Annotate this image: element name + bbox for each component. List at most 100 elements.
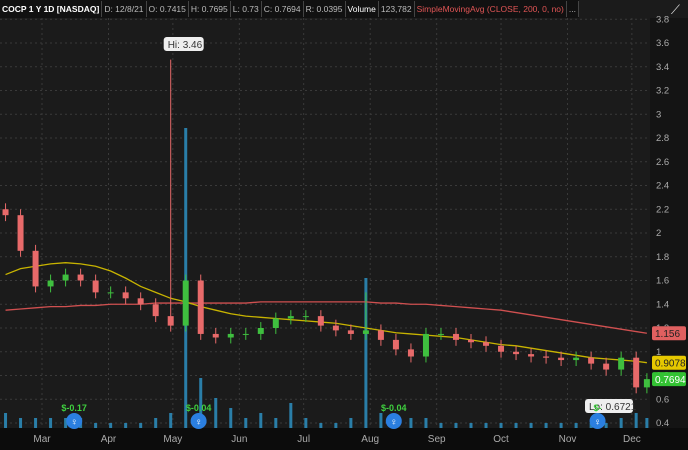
y-tick-label: 3	[656, 109, 661, 120]
candle-body	[643, 379, 650, 388]
earnings-value: $-0.04	[186, 403, 212, 413]
candle-body	[332, 325, 339, 331]
volume-bar	[514, 423, 518, 428]
price-chart[interactable]: 3.83.63.43.232.82.62.42.221.81.61.41.210…	[0, 0, 688, 450]
candle-body	[32, 250, 39, 287]
volume-bar	[154, 418, 158, 428]
volume-bar	[124, 423, 128, 428]
date-readout: D: 12/8/21	[102, 1, 147, 17]
volume-bar	[244, 418, 248, 428]
x-tick-label: Oct	[493, 434, 509, 445]
volume-bar	[319, 423, 323, 428]
volume-bar	[469, 423, 473, 428]
volume-label: Volume	[346, 1, 379, 17]
y-tick-label: 2.6	[656, 157, 669, 168]
x-tick-label: Nov	[559, 434, 577, 445]
y-tick-label: 2.8	[656, 133, 669, 144]
drawing-tool-icon[interactable]: ⟋	[671, 2, 680, 18]
candle-body	[528, 354, 535, 357]
candle-body	[2, 209, 9, 216]
earnings-value: $-	[594, 403, 602, 413]
close-readout: C: 0.7694	[262, 1, 304, 17]
earnings-value: $-0.04	[381, 403, 407, 413]
candle-body	[17, 215, 24, 251]
volume-bar	[424, 418, 428, 428]
candle-body	[92, 280, 99, 293]
volume-bar	[439, 423, 443, 428]
y-tick-label: 2	[656, 228, 661, 239]
study-label[interactable]: SimpleMovingAvg (CLOSE, 200, 0, no)	[415, 1, 567, 17]
volume-bar	[19, 418, 23, 428]
low-readout: L: 0.73	[231, 1, 262, 17]
volume-bar	[94, 423, 98, 428]
volume-bar	[645, 418, 649, 428]
sma-200-line	[5, 301, 647, 334]
x-tick-label: Aug	[361, 434, 379, 445]
candle-body	[483, 342, 490, 346]
earnings-value: $-0.17	[61, 403, 87, 413]
high-readout: H: 0.7695	[189, 1, 231, 17]
x-tick-label: Dec	[623, 434, 641, 445]
volume-bar	[259, 413, 263, 428]
volume-bar	[304, 418, 308, 428]
volume-bar	[409, 418, 413, 428]
volume-readout: 123,782	[379, 1, 415, 17]
candle-body	[452, 333, 459, 340]
candle-body	[227, 333, 234, 338]
y-tick-label: 3.2	[656, 86, 669, 97]
y-tick-label: 0.6	[656, 394, 669, 405]
candle-body	[272, 318, 279, 328]
x-tick-label: Mar	[33, 434, 51, 445]
candle-body	[588, 357, 595, 364]
candle-body	[197, 280, 204, 334]
candle-body	[362, 330, 369, 334]
volume-bar	[604, 423, 608, 428]
candle-body	[77, 274, 84, 281]
candle-body	[407, 349, 414, 357]
last-close-value: 0.7694	[655, 375, 686, 386]
candle-body	[392, 339, 399, 350]
volume-bar	[214, 398, 218, 428]
volume-bar	[4, 413, 8, 428]
volume-bar	[634, 413, 638, 428]
volume-bar	[379, 413, 383, 428]
candle-body	[62, 274, 69, 281]
volume-bar	[229, 408, 233, 428]
candle-body	[437, 333, 444, 335]
x-tick-label: Sep	[428, 434, 446, 445]
sma-fast-line	[5, 262, 647, 364]
x-tick-label: Apr	[101, 434, 117, 445]
y-tick-label: 1.6	[656, 276, 669, 287]
symbol-label[interactable]: COCP 1 Y 1D [NASDAQ]	[0, 1, 103, 17]
y-tick-label: 3.8	[656, 14, 669, 25]
candle-body	[122, 292, 129, 299]
range-readout: R: 0.0395	[304, 1, 346, 17]
candle-body	[498, 345, 505, 352]
volume-bar	[169, 413, 173, 428]
lightbulb-glyph: ♀	[390, 417, 398, 428]
volume-bar	[109, 423, 113, 428]
y-tick-label: 3.6	[656, 38, 669, 49]
candle-body	[422, 333, 429, 357]
volume-bar	[574, 423, 578, 428]
volume-bar	[274, 418, 278, 428]
candle-body	[317, 316, 324, 326]
volume-bar	[34, 418, 38, 428]
candle-body	[167, 316, 174, 326]
candle-body	[573, 357, 580, 361]
x-tick-label: May	[163, 434, 182, 445]
y-tick-label: 1.8	[656, 252, 669, 263]
volume-bar	[529, 423, 533, 428]
candle-body	[377, 330, 384, 340]
volume-bar	[334, 423, 338, 428]
candle-body	[633, 357, 640, 388]
candle-body	[152, 304, 159, 317]
candle-body	[257, 328, 264, 334]
candle-body	[347, 330, 354, 334]
more-button[interactable]: ...	[567, 1, 579, 17]
chart-header: COCP 1 Y 1D [NASDAQ] D: 12/8/21 O: 0.741…	[0, 0, 579, 18]
x-tick-label: Jun	[231, 434, 247, 445]
candle-body	[543, 356, 550, 358]
y-tick-label: 2.4	[656, 181, 669, 192]
candle-body	[603, 363, 610, 370]
